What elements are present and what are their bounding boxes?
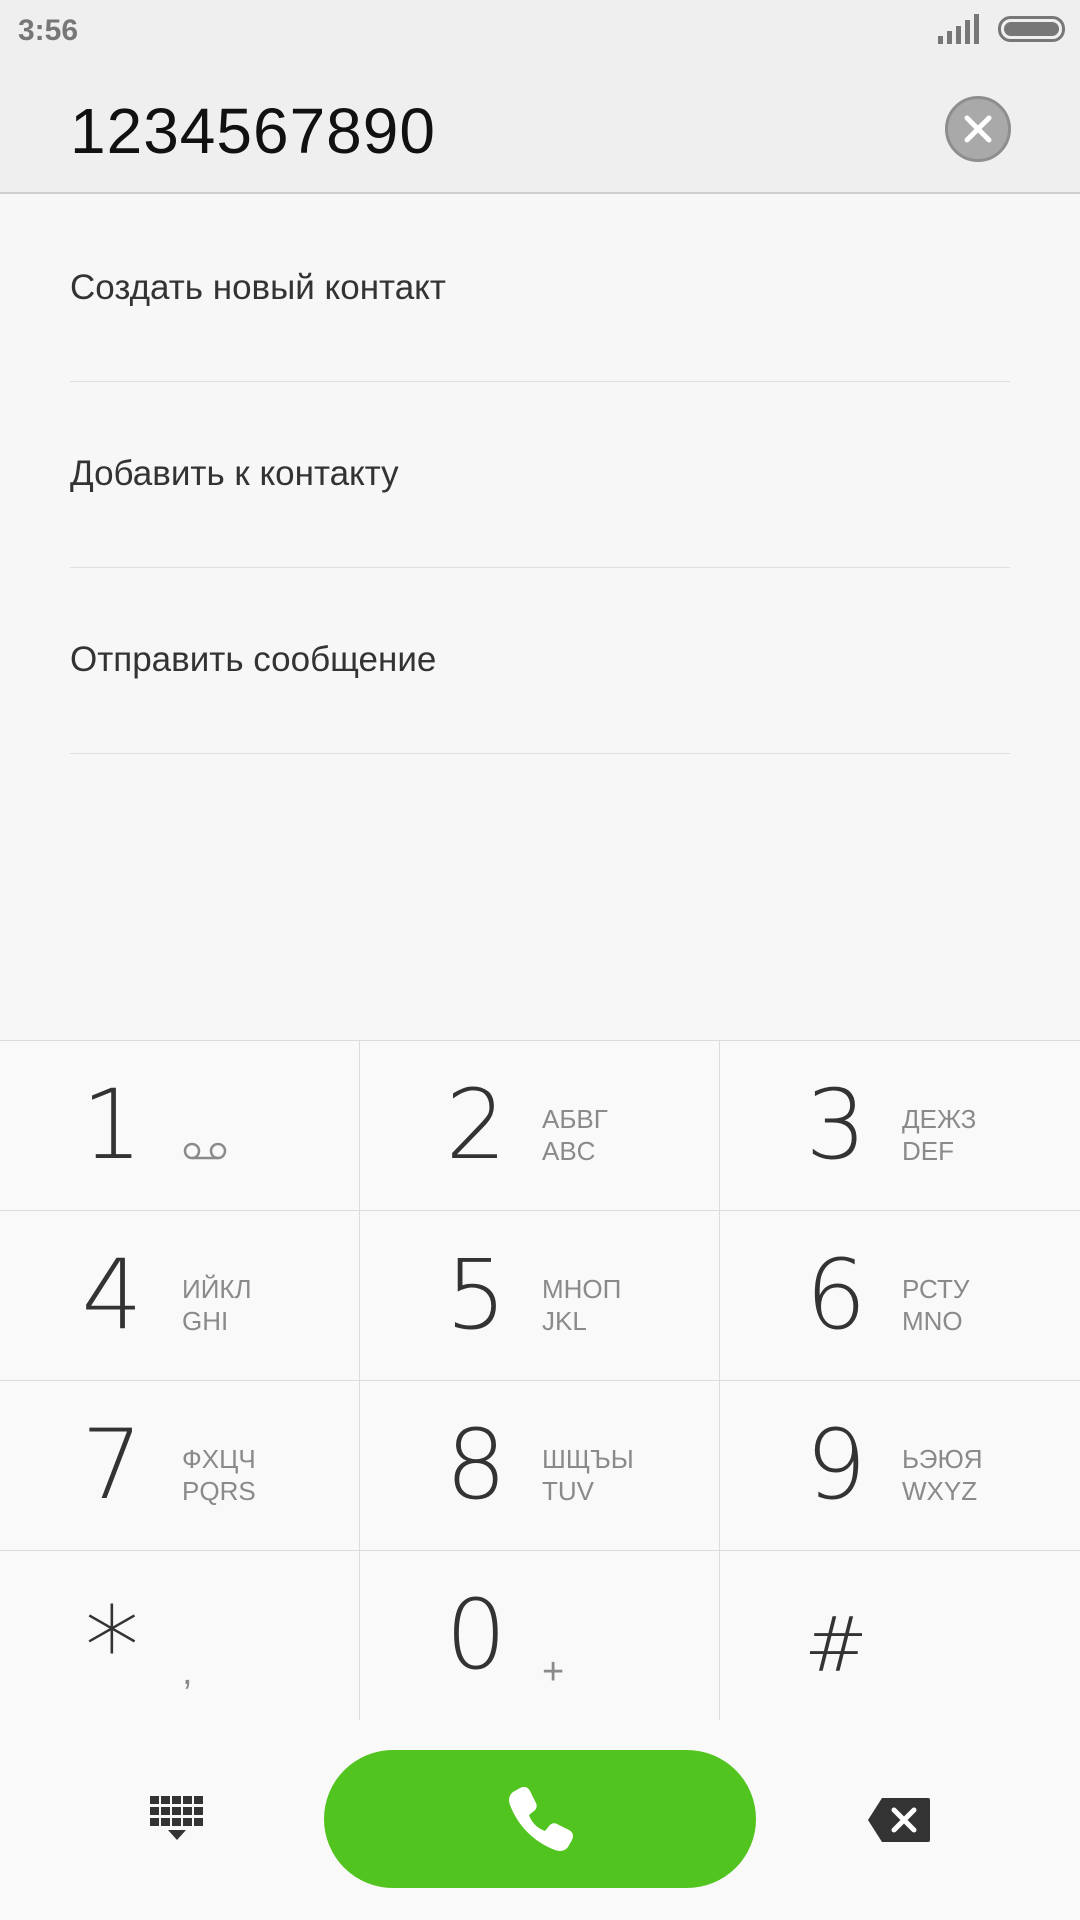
key-letters: ИЙКЛ GHI <box>182 1273 252 1337</box>
key-letters-en: GHI <box>182 1306 229 1336</box>
key-digit: 1 <box>81 1069 143 1181</box>
key-0[interactable]: 0 + <box>360 1551 720 1721</box>
key-digit: 9 <box>805 1409 867 1521</box>
key-letters-en: WXYZ <box>902 1476 978 1506</box>
key-letters-en: DEF <box>902 1136 954 1166</box>
dialer-screen: 3:56 1234567890 Создать новый контакт До… <box>0 0 1080 1920</box>
voicemail-icon <box>183 1142 227 1160</box>
key-sub-comma: , <box>182 1651 193 1693</box>
dialpad-icon[interactable] <box>150 1796 204 1850</box>
signal-bars-icon <box>938 14 979 44</box>
phone-icon <box>509 1787 573 1851</box>
key-digit: 4 <box>81 1239 143 1351</box>
close-icon <box>964 115 992 143</box>
key-letters: ШЩЪЫ TUV <box>542 1443 634 1507</box>
key-letters: МНОП JKL <box>542 1273 621 1337</box>
action-list: Создать новый контакт Добавить к контакт… <box>70 196 1010 754</box>
key-digit: 3 <box>805 1069 867 1181</box>
status-bar: 3:56 <box>0 0 1080 60</box>
battery-icon <box>998 16 1065 42</box>
key-letters: ЬЭЮЯ WXYZ <box>902 1443 983 1507</box>
backspace-icon[interactable] <box>866 1796 932 1844</box>
key-letters: ФХЦЧ PQRS <box>182 1443 256 1507</box>
key-letters-en: MNO <box>902 1306 963 1336</box>
clear-number-button[interactable] <box>945 96 1011 162</box>
key-letters-en: TUV <box>542 1476 594 1506</box>
send-message-item[interactable]: Отправить сообщение <box>70 568 1010 754</box>
key-digit: # <box>804 1600 868 1689</box>
key-letters-ru: ДЕЖЗ <box>902 1104 977 1134</box>
key-digit: 5 <box>445 1239 507 1351</box>
action-label: Отправить сообщение <box>70 640 437 679</box>
key-letters-ru: ФХЦЧ <box>182 1444 256 1474</box>
create-contact-item[interactable]: Создать новый контакт <box>70 196 1010 382</box>
key-6[interactable]: 6 РСТУ MNO <box>720 1211 1080 1381</box>
key-3[interactable]: 3 ДЕЖЗ DEF <box>720 1041 1080 1211</box>
key-hash[interactable]: # <box>720 1551 1080 1721</box>
key-2[interactable]: 2 АБВГ ABC <box>360 1041 720 1211</box>
key-5[interactable]: 5 МНОП JKL <box>360 1211 720 1381</box>
key-letters-en: JKL <box>542 1306 587 1336</box>
key-9[interactable]: 9 ЬЭЮЯ WXYZ <box>720 1381 1080 1551</box>
key-digit: * <box>84 1583 140 1711</box>
key-letters-ru: ШЩЪЫ <box>542 1444 634 1474</box>
key-letters-ru: МНОП <box>542 1274 622 1304</box>
key-sub-plus: + <box>542 1651 565 1693</box>
key-letters: ДЕЖЗ DEF <box>902 1103 976 1167</box>
key-4[interactable]: 4 ИЙКЛ GHI <box>0 1211 360 1381</box>
key-letters-ru: АБВГ <box>542 1104 608 1134</box>
key-digit: 7 <box>81 1409 143 1521</box>
key-digit: 0 <box>445 1579 507 1691</box>
status-time: 3:56 <box>18 14 79 47</box>
key-7[interactable]: 7 ФХЦЧ PQRS <box>0 1381 360 1551</box>
add-to-contact-item[interactable]: Добавить к контакту <box>70 382 1010 568</box>
key-letters-ru: ЬЭЮЯ <box>902 1444 983 1474</box>
call-button[interactable] <box>324 1750 756 1888</box>
dialed-number[interactable]: 1234567890 <box>70 94 436 168</box>
keypad: 1 2 АБВГ ABC 3 ДЕЖЗ DEF 4 ИЙКЛ GHI 5 МНОП JK… <box>0 1040 1080 1721</box>
key-letters-en: PQRS <box>182 1476 256 1506</box>
number-header: 1234567890 <box>0 60 1080 194</box>
key-letters: РСТУ MNO <box>902 1273 969 1337</box>
key-letters: АБВГ ABC <box>542 1103 608 1167</box>
key-star[interactable]: * , <box>0 1551 360 1721</box>
key-digit: 6 <box>805 1239 867 1351</box>
key-digit: 2 <box>445 1069 507 1181</box>
action-label: Добавить к контакту <box>70 454 399 493</box>
key-digit: 8 <box>445 1409 507 1521</box>
key-8[interactable]: 8 ШЩЪЫ TUV <box>360 1381 720 1551</box>
key-letters-ru: ИЙКЛ <box>182 1274 252 1304</box>
bottom-bar <box>0 1720 1080 1920</box>
action-label: Создать новый контакт <box>70 268 446 307</box>
key-letters-en: ABC <box>542 1136 596 1166</box>
key-letters-ru: РСТУ <box>902 1274 970 1304</box>
key-1[interactable]: 1 <box>0 1041 360 1211</box>
